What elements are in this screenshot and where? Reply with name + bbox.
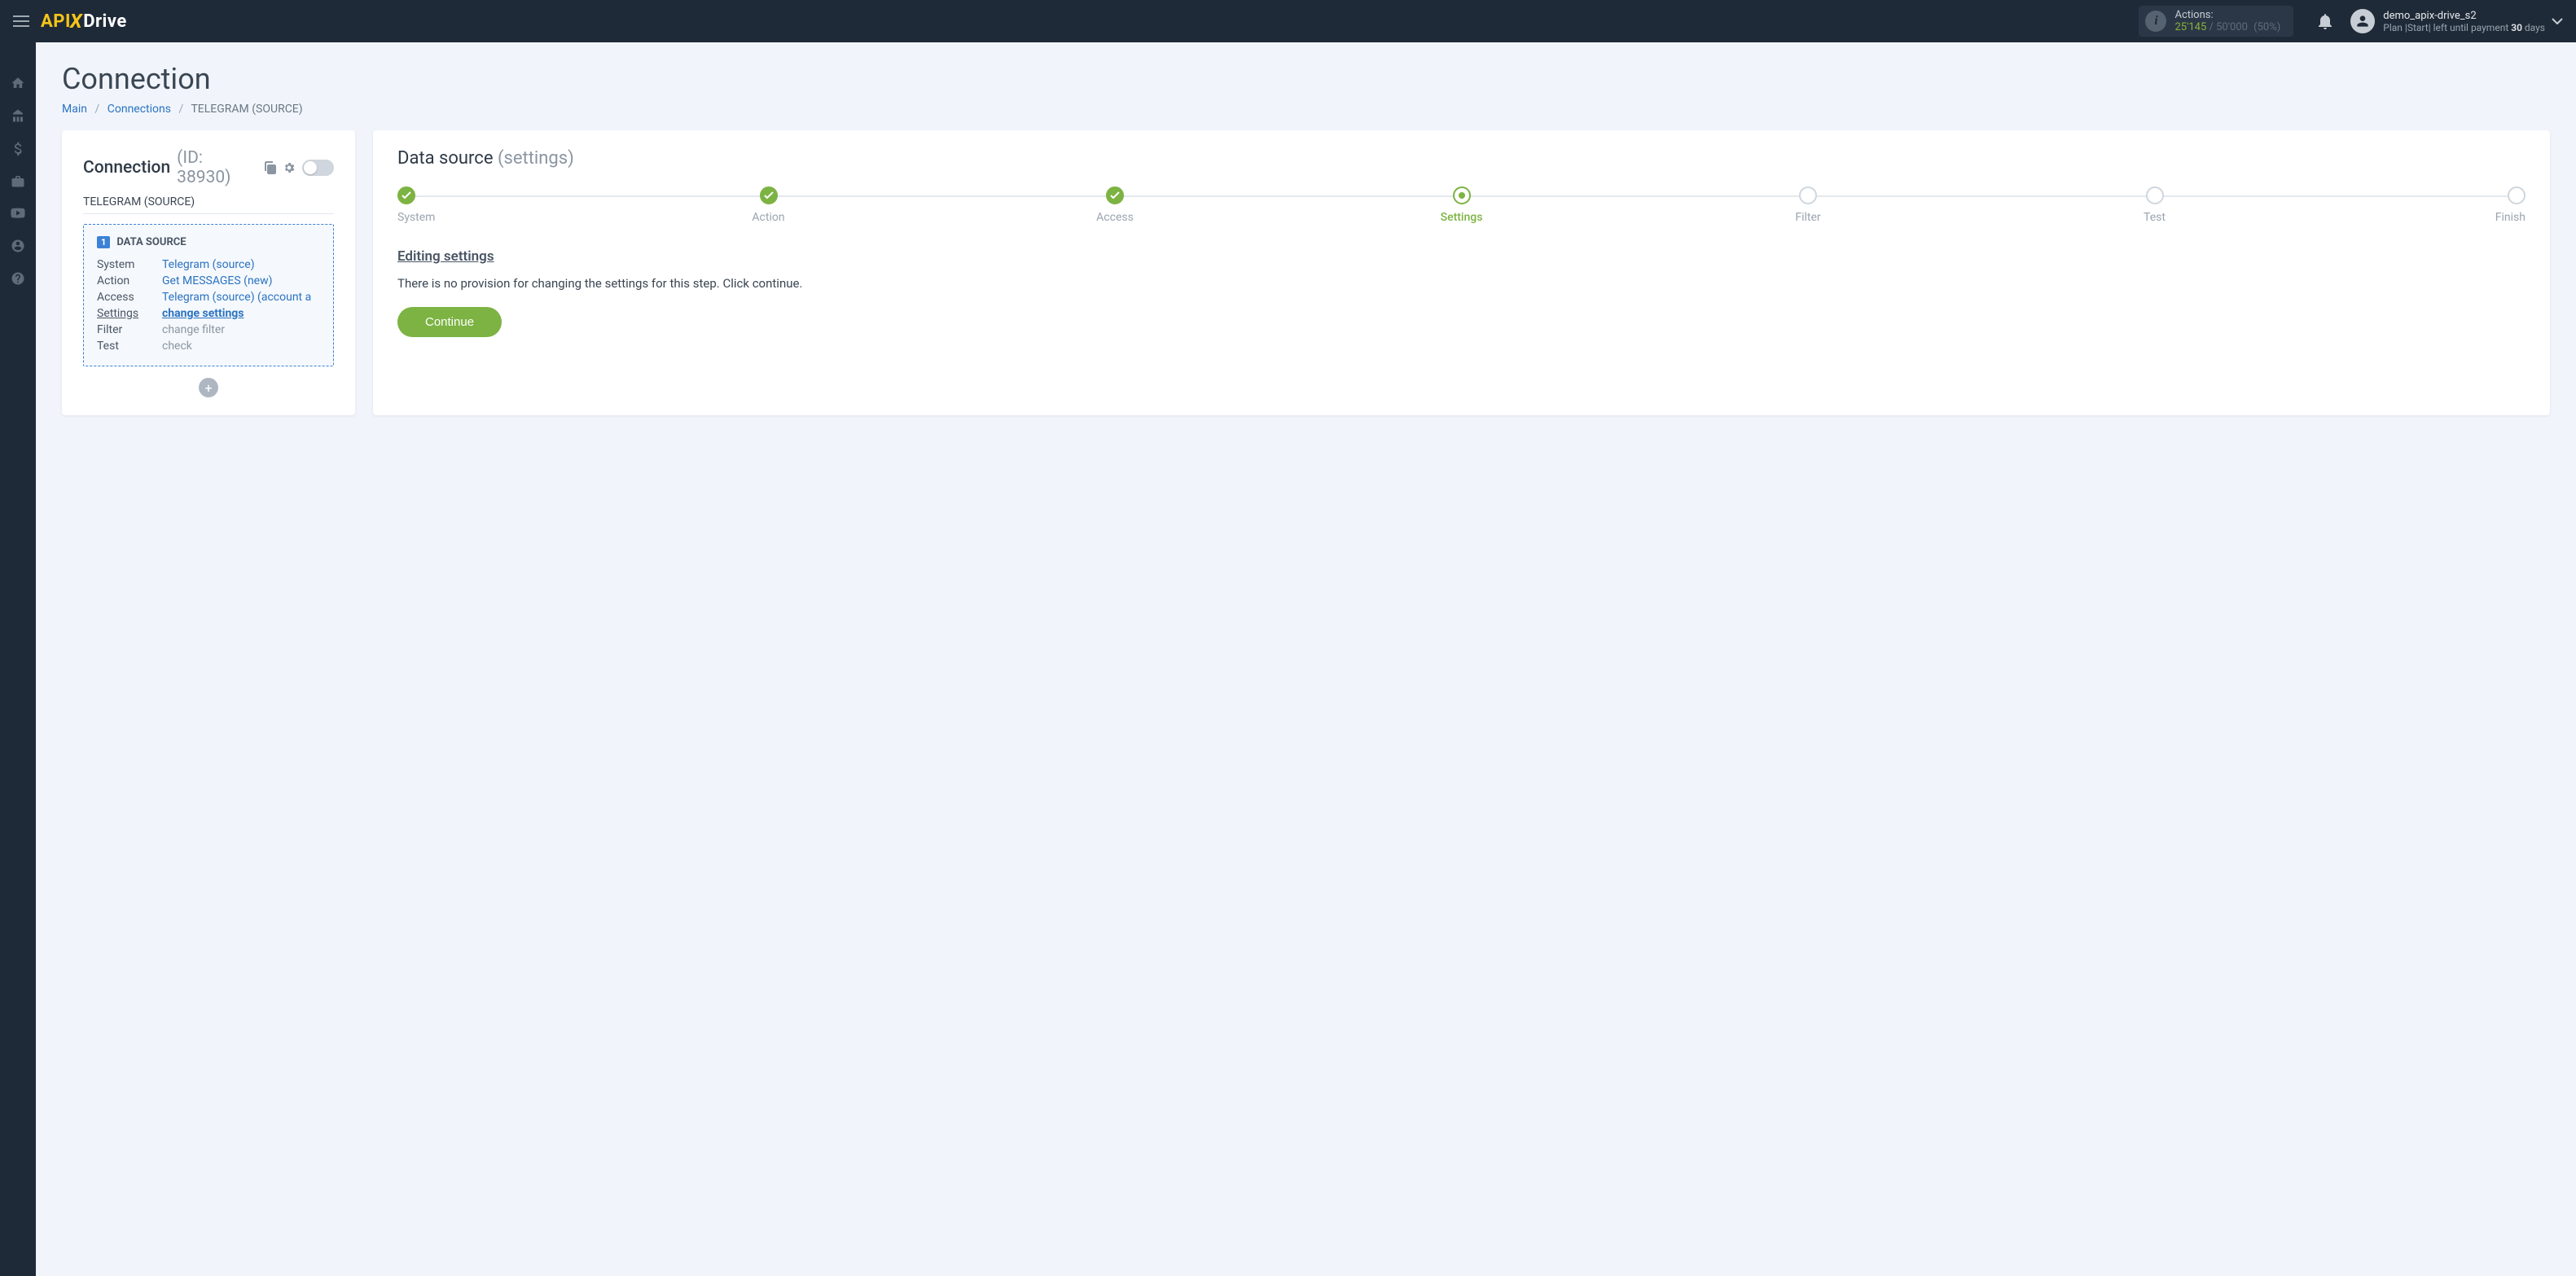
logo[interactable]: API X Drive [41,10,127,33]
breadcrumb-current: TELEGRAM (SOURCE) [191,103,302,116]
page-title: Connection [62,62,2550,96]
info-icon: i [2145,11,2166,32]
connection-summary-card: Connection (ID: 38930) TELEGRAM (SOURCE)… [62,130,355,415]
stepper: System Action Access Settings [397,186,2526,224]
user-avatar-icon [2350,9,2375,33]
step-finish[interactable]: Finish [2477,186,2526,224]
sidebar-item-billing[interactable] [0,132,36,164]
data-source-settings-card: Data source (settings) System Action [373,130,2550,415]
row-test: Test check [97,338,320,354]
step-settings[interactable]: Settings [1437,186,1486,224]
notifications-button[interactable] [2318,13,2332,29]
user-menu[interactable]: demo_apix-drive_s2 Plan |Start| left unt… [2350,9,2545,33]
step-access[interactable]: Access [1091,186,1139,224]
link-test[interactable]: check [162,338,320,354]
sidebar-item-home[interactable] [0,67,36,99]
link-system[interactable]: Telegram (source) [162,258,255,271]
menu-button[interactable] [8,8,34,34]
user-plan-line: Plan |Start| left until payment 30 days [2383,22,2545,33]
gear-icon[interactable] [283,161,296,174]
continue-button[interactable]: Continue [397,307,502,337]
connection-toggle[interactable] [302,160,334,176]
row-action: Action Get MESSAGES (new) [97,273,320,289]
link-settings[interactable]: change settings [162,307,244,320]
breadcrumb: Main / Connections / TELEGRAM (SOURCE) [62,103,2550,116]
step-action[interactable]: Action [744,186,793,224]
link-access[interactable]: Telegram (source) (account a [162,291,311,304]
sidebar-item-account[interactable] [0,230,36,262]
copy-icon[interactable] [265,161,276,174]
actions-total: 50'000 [2216,21,2248,33]
sidebar-item-video[interactable] [0,197,36,230]
connection-id: (ID: 38930) [177,148,258,187]
right-title-gray: (settings) [498,148,574,169]
data-source-badge: 1 [97,236,110,248]
link-action[interactable]: Get MESSAGES (new) [162,274,273,287]
sidebar-item-help[interactable] [0,262,36,295]
logo-part-api: API [41,11,71,32]
user-name: demo_apix-drive_s2 [2383,10,2545,22]
actions-current: 25'145 [2174,21,2206,33]
section-title: Editing settings [397,248,2526,265]
row-access: Access Telegram (source) (account a [97,289,320,305]
section-text: There is no provision for changing the s… [397,276,2526,291]
actions-label: Actions: [2174,9,2280,21]
row-filter: Filter change filter [97,322,320,338]
sidebar-item-connections[interactable] [0,99,36,132]
sidebar-item-tools[interactable] [0,164,36,197]
step-filter[interactable]: Filter [1784,186,1832,224]
sidebar [0,42,36,1276]
right-title: Data source [397,148,494,169]
actions-percent: (50%) [2253,21,2280,33]
row-settings: Settings change settings [97,305,320,322]
breadcrumb-main[interactable]: Main [62,103,87,116]
link-filter[interactable]: change filter [162,322,320,338]
add-destination-button[interactable]: + [199,378,218,397]
data-source-title: DATA SOURCE [116,236,186,248]
connection-label: Connection [83,158,170,178]
logo-part-x: X [70,10,82,33]
app-header: API X Drive i Actions: 25'145 / 50'000 (… [0,0,2576,42]
header-expand-button[interactable] [2552,18,2563,24]
logo-part-drive: Drive [83,11,127,32]
step-test[interactable]: Test [2131,186,2179,224]
main-content: Connection Main / Connections / TELEGRAM… [36,42,2576,1276]
connection-subtitle: TELEGRAM (SOURCE) [83,195,334,214]
row-system: System Telegram (source) [97,257,320,273]
step-system[interactable]: System [397,186,446,224]
breadcrumb-connections[interactable]: Connections [108,103,171,116]
actions-counter[interactable]: i Actions: 25'145 / 50'000 (50%) [2139,6,2293,37]
data-source-box: 1 DATA SOURCE System Telegram (source) A… [83,224,334,366]
